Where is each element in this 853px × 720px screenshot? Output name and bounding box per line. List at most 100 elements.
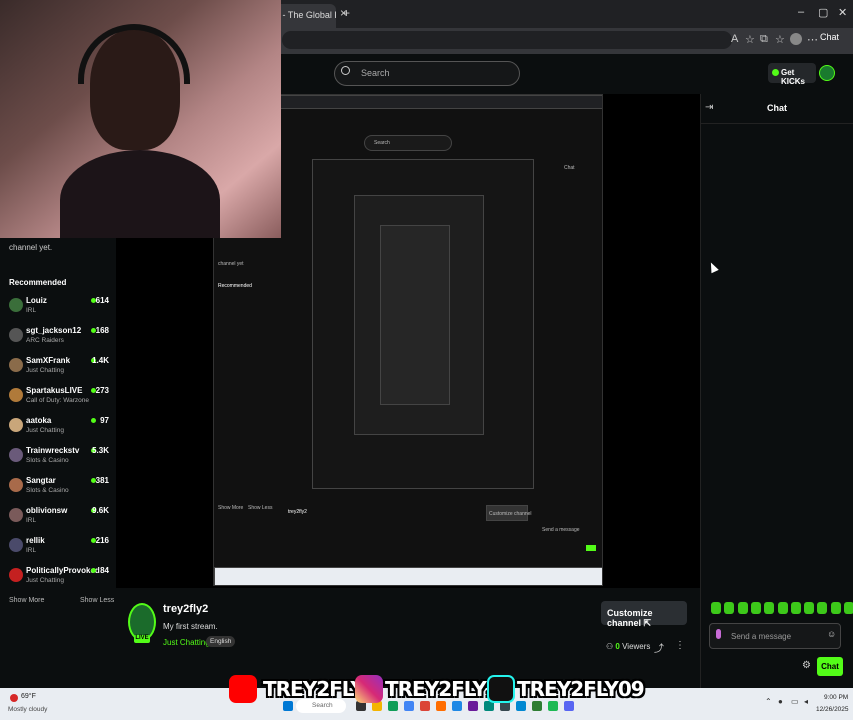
clock-time[interactable]: 9:00 PM <box>824 694 848 701</box>
profile-avatar[interactable] <box>790 33 802 45</box>
show-more-button[interactable]: Show More <box>9 597 44 604</box>
instagram-icon <box>355 675 383 703</box>
spotify-icon[interactable] <box>548 701 558 711</box>
live-dot-icon <box>91 418 96 423</box>
channel-category: Just Chatting <box>26 367 64 374</box>
customize-channel-button[interactable]: Customize channel ⇱ <box>601 601 687 628</box>
sidebar-channel-item[interactable]: rellik IRL 216 <box>9 536 109 562</box>
app-icon-4[interactable] <box>468 701 478 711</box>
chat-message-input[interactable]: Send a message <box>709 623 841 649</box>
user-avatar[interactable] <box>819 65 835 81</box>
mini-streamer-name: trey2fly2 <box>288 509 307 515</box>
mini-customize-text: Customize channel <box>489 511 532 517</box>
sidebar-channel-item[interactable]: Louiz IRL 614 <box>9 296 109 322</box>
channel-viewers: 273 <box>95 386 109 395</box>
emote-icon[interactable] <box>790 602 801 614</box>
channel-category: Slots & Casino <box>26 487 69 494</box>
sidebar-channel-item[interactable]: PoliticallyProvoked Just Chatting 84 <box>9 566 109 592</box>
close-window-button[interactable]: ✕ <box>838 6 847 19</box>
emote-icon[interactable] <box>830 602 841 614</box>
firefox-icon[interactable] <box>436 701 446 711</box>
minimize-button[interactable]: – <box>798 6 804 18</box>
channel-category: Just Chatting <box>26 427 64 434</box>
app-icon-1[interactable] <box>388 701 398 711</box>
emote-icon[interactable] <box>764 602 775 614</box>
chat-settings-gear-icon[interactable]: ⚙ <box>802 660 811 671</box>
youtube-handle: TREY2FLY <box>263 677 365 701</box>
sidebar-channel-item[interactable]: sgt_jackson12 ARC Raiders 168 <box>9 326 109 352</box>
show-less-button[interactable]: Show Less <box>80 597 114 604</box>
new-tab-button[interactable]: + <box>343 6 350 20</box>
channel-name: SamXFrank <box>26 356 71 365</box>
emote-icon[interactable] <box>737 602 748 614</box>
recommended-title: Recommended <box>9 278 67 287</box>
channel-category: IRL <box>26 307 37 314</box>
channel-name: aatoka <box>26 416 52 425</box>
more-options-icon[interactable]: ⋮ <box>675 640 685 651</box>
emote-icon[interactable] <box>804 602 815 614</box>
share-icon[interactable]: ⤴ <box>654 640 664 655</box>
viewers-icon: ⚇ <box>606 642 616 651</box>
star-icon[interactable]: ☆ <box>745 33 755 46</box>
channel-avatar <box>9 478 23 492</box>
app-icon-2[interactable] <box>404 701 414 711</box>
clock-date[interactable]: 12/26/2025 <box>816 706 849 713</box>
search-input[interactable]: Search <box>334 61 520 86</box>
tray-chevron-icon[interactable]: ⌃ <box>765 697 772 706</box>
channel-name: sgt_jackson12 <box>26 326 82 335</box>
channel-name: PoliticallyProvoked <box>26 566 100 575</box>
mini-channel-yet: channel yet <box>218 261 244 267</box>
chat-send-button[interactable]: Chat <box>817 657 843 676</box>
channel-avatar <box>9 298 23 312</box>
mini-show-more: Show More <box>218 505 244 511</box>
stream-category[interactable]: Just Chatting <box>163 638 210 647</box>
network-icon[interactable]: ▭ <box>791 697 799 706</box>
emote-icon[interactable] <box>844 602 853 614</box>
maximize-button[interactable]: ▢ <box>818 6 828 19</box>
sidebar-channel-item[interactable]: Trainwreckstv Slots & Casino 5.3K <box>9 446 109 472</box>
channel-name: SpartakusLIVE <box>26 386 83 395</box>
read-aloud-icon[interactable]: A <box>731 33 738 45</box>
start-icon[interactable] <box>283 701 293 711</box>
sidebar-following-note: channel yet. <box>9 243 53 252</box>
discord-icon[interactable] <box>564 701 574 711</box>
emoji-icon[interactable]: ☺ <box>827 629 836 639</box>
emote-icon[interactable] <box>777 602 788 614</box>
app-icon-7[interactable] <box>532 701 542 711</box>
taskbar-search[interactable]: Search <box>296 699 346 713</box>
emote-icon[interactable] <box>750 602 761 614</box>
copilot-chat-button[interactable]: Chat <box>820 32 839 42</box>
webcam-overlay <box>0 0 281 238</box>
collapse-chat-icon[interactable]: ⇥ <box>705 102 713 113</box>
channel-category: ARC Raiders <box>26 337 64 344</box>
microphone-icon[interactable] <box>716 629 721 639</box>
instagram-handle: TREY2FLY2 <box>385 677 500 701</box>
weather-icon[interactable] <box>10 694 18 702</box>
app-icon-6[interactable] <box>516 701 526 711</box>
language-tag[interactable]: English <box>206 636 236 647</box>
channel-category: IRL <box>26 517 37 524</box>
emote-icon[interactable] <box>817 602 828 614</box>
streamer-name[interactable]: trey2fly2 <box>163 603 208 615</box>
emote-icon[interactable] <box>711 602 721 614</box>
sidebar-channel-item[interactable]: oblivionsw IRL 9.6K <box>9 506 109 532</box>
microphone-tray-icon[interactable]: ● <box>778 697 783 706</box>
sidebar-channel-item[interactable]: SamXFrank Just Chatting 1.4K <box>9 356 109 382</box>
volume-icon[interactable]: ◂ <box>804 697 808 706</box>
youtube-icon <box>229 675 257 703</box>
channel-category: IRL <box>26 547 37 554</box>
live-badge: LIVE <box>134 635 150 643</box>
favorites-icon[interactable]: ☆ <box>775 33 785 46</box>
sidebar-channel-item[interactable]: aatoka Just Chatting 97 <box>9 416 109 442</box>
edge-icon[interactable] <box>452 701 462 711</box>
stream-title: My first stream. <box>163 622 218 631</box>
app-icon-3[interactable] <box>420 701 430 711</box>
channel-viewers: 381 <box>95 476 109 485</box>
extensions-icon[interactable]: ⧉ <box>760 33 768 46</box>
sidebar-channel-item[interactable]: Sangtar Slots & Casino 381 <box>9 476 109 502</box>
url-field[interactable] <box>282 31 732 49</box>
sidebar-channel-item[interactable]: SpartakusLIVE Call of Duty: Warzone 273 <box>9 386 109 412</box>
emote-icon[interactable] <box>724 602 735 614</box>
more-icon[interactable]: ⋯ <box>807 33 818 46</box>
channel-category: Just Chatting <box>26 577 64 584</box>
